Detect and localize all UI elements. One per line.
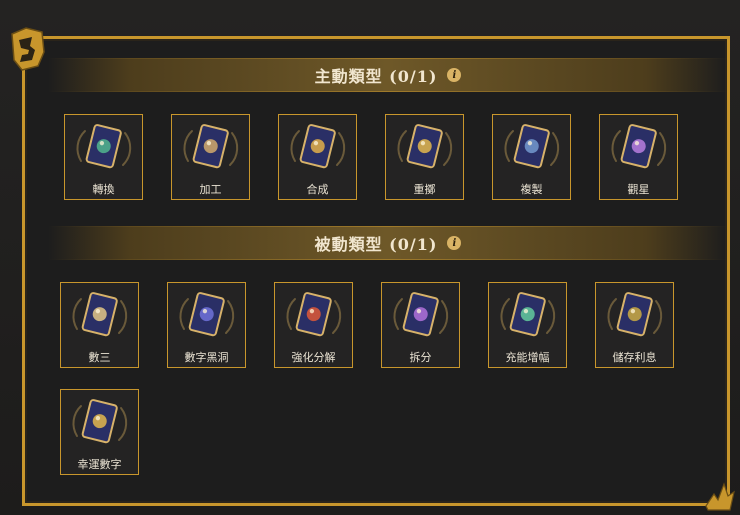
skill-card-label: 複製: [520, 183, 543, 196]
card-art: [290, 124, 346, 169]
card-art: [397, 124, 453, 169]
info-icon[interactable]: i: [447, 68, 462, 82]
skill-card-label: 充能增幅: [505, 351, 550, 364]
upgrade-box-icon: [295, 292, 332, 337]
level-badge-icon: [11, 27, 45, 71]
card-art: [72, 292, 128, 337]
skill-card-stargaze[interactable]: 觀星: [599, 114, 678, 200]
skill-card-label: 數字黑洞: [184, 351, 229, 364]
card-art: [179, 292, 235, 337]
skill-card-lucky-number[interactable]: 幸運數字: [60, 389, 139, 475]
crystal-interest-icon: [616, 292, 653, 337]
skill-card-label: 數三: [88, 351, 111, 364]
card-art: [504, 124, 560, 169]
card-art: [72, 399, 128, 444]
card-art: [183, 124, 239, 169]
skill-card-label: 轉換: [92, 183, 115, 196]
card-art: [607, 292, 663, 337]
split-orbs-icon: [402, 292, 439, 337]
duplicate-card-icon: [513, 124, 550, 169]
skill-card-reroll[interactable]: 重擲: [385, 114, 464, 200]
card-art: [286, 292, 342, 337]
skill-card-label: 觀星: [627, 183, 650, 196]
frame-corner-ornament-icon: [705, 482, 735, 511]
skill-card-number-black-hole[interactable]: 數字黑洞: [167, 282, 246, 368]
skill-card-label: 強化分解: [291, 351, 336, 364]
active-type-title: 主動類型 (0/1): [314, 67, 438, 86]
skill-card-count-three[interactable]: 數三: [60, 282, 139, 368]
card-art: [393, 292, 449, 337]
skill-card-label: 幸運數字: [77, 458, 122, 471]
skill-card-enhance-decompose[interactable]: 強化分解: [274, 282, 353, 368]
dice-three-icon: [81, 292, 118, 337]
skill-card-label: 重擲: [413, 183, 436, 196]
skill-card-copy[interactable]: 複製: [492, 114, 571, 200]
skill-card-label: 合成: [306, 183, 329, 196]
charge-cube-icon: [509, 292, 546, 337]
skill-card-split[interactable]: 拆分: [381, 282, 460, 368]
reroll-cube-icon: [406, 124, 443, 169]
skill-card-store-interest[interactable]: 儲存利息: [595, 282, 674, 368]
skill-card-label: 儲存利息: [612, 351, 657, 364]
skill-card-convert[interactable]: 轉換: [64, 114, 143, 200]
skill-card-synthesize[interactable]: 合成: [278, 114, 357, 200]
skill-card-label: 加工: [199, 183, 222, 196]
active-type-banner: 主動類型 (0/1) i: [48, 58, 728, 92]
gold-cubes-icon: [299, 124, 336, 169]
exchange-arrows-icon: [85, 124, 122, 169]
constellation-orbs-icon: [620, 124, 657, 169]
card-art: [76, 124, 132, 169]
card-art: [611, 124, 667, 169]
skill-card-charge-amplify[interactable]: 充能增幅: [488, 282, 567, 368]
passive-type-title: 被動類型 (0/1): [314, 235, 438, 254]
info-icon[interactable]: i: [447, 236, 462, 250]
skill-card-process[interactable]: 加工: [171, 114, 250, 200]
skill-card-label: 拆分: [409, 351, 432, 364]
black-hole-icon: [188, 292, 225, 337]
card-art: [500, 292, 556, 337]
passive-type-banner: 被動類型 (0/1) i: [48, 226, 728, 260]
lucky-number-icon: [81, 399, 118, 444]
number-card-icon: [192, 124, 229, 169]
